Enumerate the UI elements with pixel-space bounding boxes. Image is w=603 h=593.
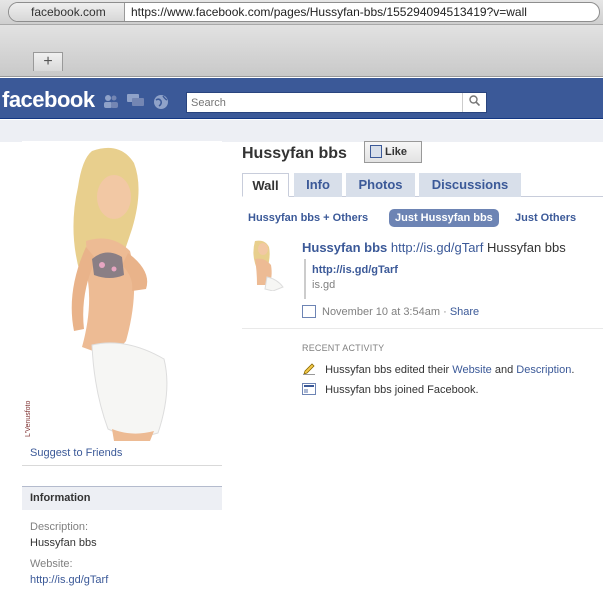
photo-watermark: L'Venusfoto <box>25 401 32 437</box>
share-link[interactable]: Share <box>450 306 479 318</box>
like-label: Like <box>385 146 408 158</box>
friend-requests-icon[interactable] <box>103 94 119 111</box>
pencil-icon <box>302 363 316 375</box>
domain-indicator[interactable]: facebook.com <box>9 3 125 21</box>
search-box <box>186 92 487 113</box>
tab-info[interactable]: Info <box>294 173 342 197</box>
attachment-link[interactable]: http://is.gd/gTarf <box>312 264 454 276</box>
facebook-page-icon <box>302 383 316 395</box>
divider <box>22 465 222 466</box>
like-button[interactable]: Like <box>364 141 422 163</box>
facebook-header: facebook <box>0 78 603 119</box>
post-url-link[interactable]: http://is.gd/gTarf <box>391 240 484 255</box>
website-label: Website: <box>30 558 73 570</box>
activity-item: Hussyfan bbs edited their Website and De… <box>302 363 574 376</box>
tab-photos[interactable]: Photos <box>346 173 415 197</box>
attachment-domain: is.gd <box>312 279 336 291</box>
description-value: Hussyfan bbs <box>30 537 97 549</box>
url-text[interactable]: https://www.facebook.com/pages/Hussyfan-… <box>131 3 527 21</box>
activity-item: Hussyfan bbs joined Facebook. <box>302 383 479 396</box>
activity-joined-text: Hussyfan bbs joined Facebook. <box>325 384 479 396</box>
post-headline: Hussyfan bbs http://is.gd/gTarf Hussyfan… <box>302 240 566 255</box>
search-input[interactable] <box>191 96 461 110</box>
search-icon[interactable] <box>462 93 486 112</box>
thumbs-up-icon <box>370 145 382 158</box>
divider <box>242 328 603 329</box>
url-field[interactable]: facebook.com https://www.facebook.com/pa… <box>8 2 600 22</box>
post-text: Hussyfan bbs <box>487 240 566 255</box>
description-label: Description: <box>30 521 89 533</box>
link-post-icon <box>302 305 316 318</box>
tab-wall[interactable]: Wall <box>242 173 289 197</box>
activity-period: . <box>571 364 575 376</box>
filter-page-and-others[interactable]: Hussyfan bbs + Others <box>248 209 368 227</box>
post-attachment: http://is.gd/gTarf is.gd <box>304 259 454 299</box>
messages-icon[interactable] <box>127 94 145 111</box>
meta-separator: · <box>443 306 447 318</box>
notifications-globe-icon[interactable] <box>153 94 169 113</box>
post-author-link[interactable]: Hussyfan bbs <box>302 240 387 255</box>
browser-tab-strip: + <box>0 25 603 77</box>
activity-website-link[interactable]: Website <box>452 364 492 376</box>
post-meta: November 10 at 3:54am · Share <box>322 306 479 318</box>
suggest-to-friends-link[interactable]: Suggest to Friends <box>30 447 122 459</box>
post-timestamp[interactable]: November 10 at 3:54am <box>322 306 440 318</box>
facebook-logo[interactable]: facebook <box>2 87 95 113</box>
new-tab-button[interactable]: + <box>33 52 63 71</box>
browser-address-bar: facebook.com https://www.facebook.com/pa… <box>0 0 603 25</box>
page-title: Hussyfan bbs <box>242 145 347 162</box>
profile-picture[interactable]: L'Venusfoto <box>22 141 222 441</box>
activity-conjunction: and <box>494 364 514 376</box>
recent-activity-heading: RECENT ACTIVITY <box>302 343 385 353</box>
header-subbar <box>0 120 603 142</box>
information-heading: Information <box>22 486 222 510</box>
post-author-avatar[interactable] <box>243 239 285 291</box>
filter-just-page[interactable]: Just Hussyfan bbs <box>389 209 499 227</box>
website-link[interactable]: http://is.gd/gTarf <box>30 574 108 586</box>
tab-discussions[interactable]: Discussions <box>419 173 521 197</box>
filter-just-others[interactable]: Just Others <box>515 209 576 227</box>
activity-text: Hussyfan bbs edited their <box>325 364 450 376</box>
activity-description-link[interactable]: Description <box>516 364 571 376</box>
